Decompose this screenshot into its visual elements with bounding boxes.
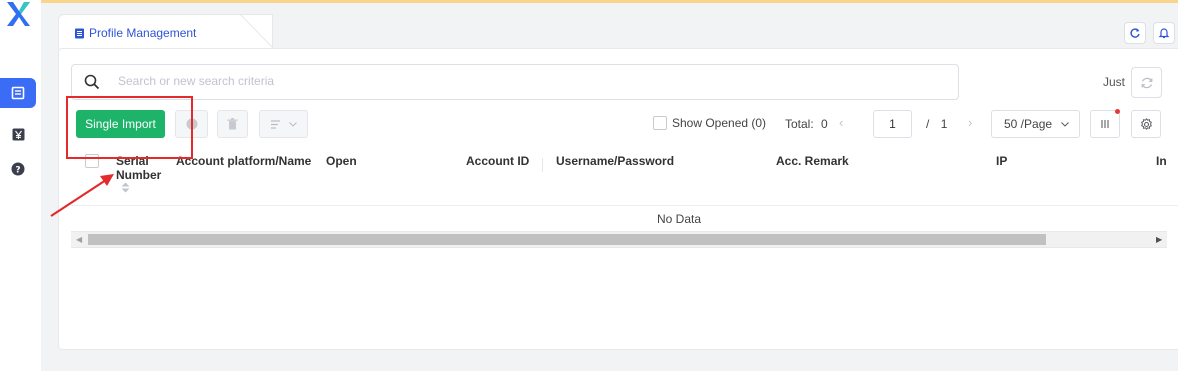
settings-button[interactable] [1131,110,1161,138]
sort-up-icon [121,182,130,187]
page-total: 1 [940,117,948,131]
page-number-input[interactable] [873,110,912,138]
notification-dot [1115,109,1120,114]
total-count: Total: 0 [785,117,828,131]
more-actions-dropdown[interactable] [259,110,308,138]
search-icon [84,74,100,90]
search-input[interactable] [118,74,718,88]
column-username-password[interactable]: Username/Password [556,154,674,168]
horizontal-scrollbar[interactable]: ◀ ▶ [71,231,1167,248]
total-value: 0 [821,117,828,131]
sync-icon [1141,77,1152,88]
sort-down-icon [121,188,130,193]
notifications-button[interactable] [1153,22,1175,44]
column-open[interactable]: Open [326,154,357,168]
columns-button[interactable] [1090,110,1120,138]
tab-title: Profile Management [89,26,197,40]
yen-icon [12,128,24,140]
total-label: Total: [785,117,814,131]
refresh-button[interactable] [1124,22,1146,44]
show-opened-toggle[interactable]: Show Opened (0) [653,116,766,130]
trash-icon [227,118,238,130]
tab-label: Profile Management [74,26,196,40]
annotation-highlight-box [66,96,193,159]
top-accent-line [0,0,1178,3]
sidebar-item-help[interactable]: ? [0,154,36,184]
sidebar-item-profiles[interactable] [0,78,36,108]
sync-button[interactable] [1131,67,1162,98]
column-ip[interactable]: IP [996,154,1007,168]
column-account-id[interactable]: Account ID [466,154,529,168]
delete-button[interactable] [217,110,248,138]
chevron-down-icon [1061,121,1069,127]
scroll-right-arrow[interactable]: ▶ [1156,235,1162,244]
column-acc-remark[interactable]: Acc. Remark [776,154,849,168]
table-header: Serial Number Account platform/Name Open… [71,144,1178,206]
gear-icon [1140,117,1152,130]
page-size-select[interactable]: 50 /Page [991,110,1080,138]
sort-icon[interactable] [121,182,130,193]
show-opened-label: Show Opened (0) [672,116,767,130]
empty-state-text: No Data [657,212,702,226]
column-account-platform[interactable]: Account platform/Name [176,154,311,168]
chevron-down-icon [288,121,297,127]
page-separator: / [926,117,930,131]
svg-text:?: ? [15,166,20,176]
next-page-button[interactable]: › [968,115,972,130]
just-label: Just [1103,75,1126,89]
app-logo [7,2,30,26]
menu-lines-icon [270,119,280,129]
tab-edge [240,14,274,49]
scrollbar-thumb[interactable] [88,234,1046,245]
prev-page-button[interactable]: ‹ [839,115,843,130]
page-of-total: / 1 [926,117,947,131]
help-icon: ? [11,162,25,176]
search-bar [71,64,959,100]
left-sidebar: ? [0,0,41,371]
scroll-left-arrow[interactable]: ◀ [76,235,82,244]
document-icon [75,28,84,38]
column-divider [542,158,543,172]
show-opened-checkbox[interactable] [653,116,667,130]
refresh-icon [1130,28,1140,38]
columns-icon [1101,120,1109,128]
column-in[interactable]: In [1156,154,1167,168]
page-size-value: 50 /Page [1004,117,1053,131]
annotation-arrow [50,174,114,217]
bell-icon [1158,28,1170,39]
sidebar-item-billing[interactable] [0,119,36,149]
list-icon [11,86,25,100]
